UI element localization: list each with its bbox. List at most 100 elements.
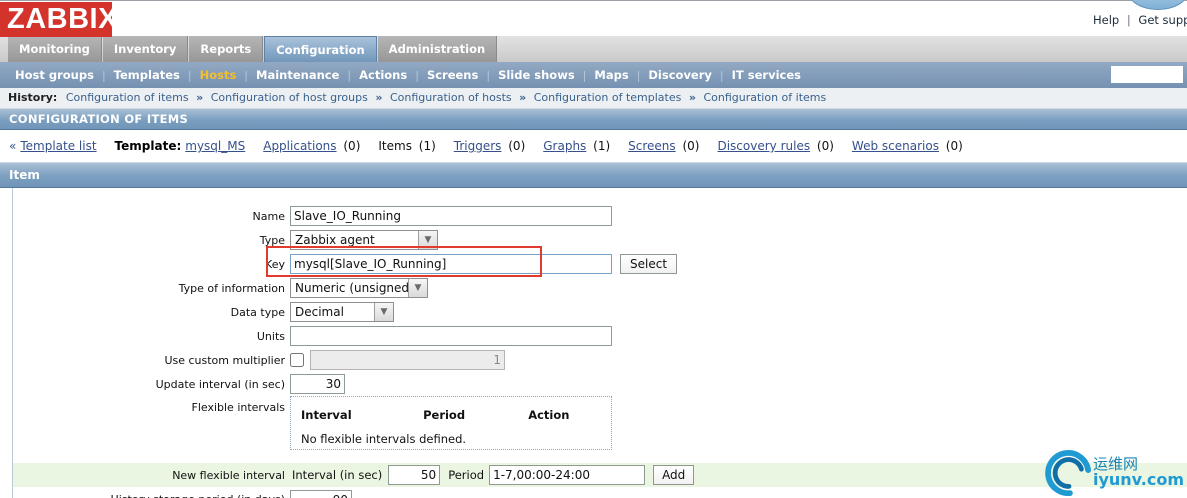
subnav-separator: | [101, 68, 106, 82]
data-type-label: Data type [230, 305, 285, 319]
main-nav: Monitoring Inventory Reports Configurati… [0, 36, 1187, 62]
custom-multiplier-input [310, 350, 505, 370]
use-custom-multiplier-label: Use custom multiplier [164, 353, 285, 367]
key-input[interactable] [290, 254, 612, 274]
new-interval-input[interactable] [388, 465, 441, 485]
breadcrumb-separator: » [519, 91, 527, 104]
subnav-separator: | [244, 68, 249, 82]
column-header-action: Action [528, 408, 570, 422]
add-flexible-interval-button[interactable]: Add [653, 465, 695, 485]
subnav-it-services[interactable]: IT services [732, 68, 801, 82]
history-link[interactable]: Configuration of hosts [390, 91, 512, 104]
units-label: Units [256, 329, 285, 343]
search-input[interactable] [1111, 66, 1183, 83]
page-title: CONFIGURATION OF ITEMS [9, 112, 189, 126]
web-scenarios-link[interactable]: Web scenarios [852, 139, 939, 153]
top-bar: ZABBIX Help | Get support [0, 0, 1187, 37]
iyunv-watermark: 运维网 iyunv.com [1045, 450, 1184, 496]
flexible-intervals-label: Flexible intervals [191, 401, 286, 414]
subnav-separator: | [582, 68, 587, 82]
key-select-button[interactable]: Select [620, 254, 678, 274]
data-type-value: Decimal [295, 305, 344, 319]
history-storage-label: History storage period (in days) [0, 493, 285, 498]
period-label: Period [448, 468, 485, 482]
subnav-host-groups[interactable]: Host groups [15, 68, 94, 82]
type-label: Type [259, 233, 285, 247]
use-custom-multiplier-row: Use custom multiplier [0, 348, 1187, 372]
triggers-link[interactable]: Triggers [454, 139, 502, 153]
breadcrumb-separator: » [196, 91, 204, 104]
subnav-separator: | [415, 68, 419, 82]
iyunv-logo-icon [1045, 450, 1091, 496]
subnav-screens[interactable]: Screens [427, 68, 478, 82]
new-flexible-interval-label: New flexible interval [172, 468, 285, 482]
history-link[interactable]: Configuration of templates [534, 91, 682, 104]
subnav-maps[interactable]: Maps [594, 68, 628, 82]
units-row: Units [0, 324, 1187, 348]
items-count: (1) [418, 139, 436, 153]
history-link[interactable]: Configuration of items [703, 91, 826, 104]
type-select-value: Zabbix agent [295, 233, 375, 247]
history-link[interactable]: Configuration of host groups [211, 91, 368, 104]
history-breadcrumb: History: Configuration of items » Config… [0, 88, 1187, 108]
key-row: Key Select [0, 252, 1187, 276]
subnav-hosts[interactable]: Hosts [200, 68, 237, 82]
zabbix-logo[interactable]: ZABBIX [0, 2, 117, 37]
applications-link[interactable]: Applications [263, 139, 336, 153]
new-period-input[interactable] [489, 465, 646, 485]
web-scenarios-count: (0) [945, 139, 963, 153]
units-input[interactable] [290, 326, 612, 346]
type-of-information-select[interactable]: Numeric (unsigned) ▼ [290, 278, 428, 298]
type-of-information-label: Type of information [178, 281, 285, 295]
name-label: Name [252, 209, 285, 223]
type-of-information-row: Type of information Numeric (unsigned) ▼ [0, 276, 1187, 300]
update-interval-input[interactable] [290, 374, 345, 394]
tab-inventory[interactable]: Inventory [102, 36, 189, 62]
column-header-period: Period [423, 408, 466, 422]
screens-count: (0) [682, 139, 700, 153]
subnav-actions[interactable]: Actions [359, 68, 407, 82]
help-link[interactable]: Help [1093, 13, 1119, 27]
name-row: Name [0, 204, 1187, 228]
chevron-down-icon: ▼ [374, 303, 393, 321]
chevron-down-icon: ▼ [418, 231, 437, 249]
subnav-separator: | [187, 68, 192, 82]
subnav-separator: | [347, 68, 352, 82]
template-name-link[interactable]: mysql_MS [185, 139, 245, 153]
triggers-count: (0) [508, 139, 526, 153]
subnav-templates[interactable]: Templates [114, 68, 180, 82]
sub-nav: Host groups | Templates | Hosts | Mainte… [0, 62, 1187, 88]
tab-monitoring[interactable]: Monitoring [8, 36, 102, 62]
tab-administration[interactable]: Administration [377, 36, 498, 62]
flexible-intervals-row: Flexible intervals Interval Period Actio… [0, 396, 1187, 450]
history-storage-input[interactable] [290, 489, 352, 498]
discovery-rules-link[interactable]: Discovery rules [717, 139, 810, 153]
tab-configuration[interactable]: Configuration [264, 36, 377, 62]
top-right-rounded-button-partial[interactable] [1128, 0, 1187, 10]
template-list-link[interactable]: Template list [20, 139, 96, 153]
get-support-link[interactable]: Get support [1138, 13, 1187, 27]
page-title-bar: CONFIGURATION OF ITEMS [0, 108, 1187, 130]
subnav-separator: | [486, 68, 491, 82]
graphs-link[interactable]: Graphs [543, 139, 586, 153]
item-form: Name Type Zabbix agent ▼ Key Select Type… [0, 188, 1187, 463]
subnav-maintenance[interactable]: Maintenance [256, 68, 339, 82]
back-arrow: « [9, 139, 17, 153]
discovery-rules-count: (0) [816, 139, 834, 153]
top-links: Help | Get support [1093, 13, 1187, 27]
item-section-title: Item [9, 168, 40, 182]
screens-link[interactable]: Screens [628, 139, 676, 153]
data-type-select[interactable]: Decimal ▼ [290, 302, 394, 322]
history-link[interactable]: Configuration of items [66, 91, 189, 104]
type-select[interactable]: Zabbix agent ▼ [290, 230, 438, 250]
applications-count: (0) [343, 139, 361, 153]
use-custom-multiplier-checkbox[interactable] [290, 353, 304, 367]
zabbix-page: ZABBIX Help | Get support Monitoring Inv… [0, 0, 1187, 498]
subnav-slide-shows[interactable]: Slide shows [498, 68, 575, 82]
name-input[interactable] [290, 206, 612, 226]
tab-reports[interactable]: Reports [189, 36, 264, 62]
watermark-domain: iyunv.com [1092, 470, 1184, 490]
graphs-count: (1) [593, 139, 611, 153]
key-label: Key [265, 257, 285, 271]
subnav-discovery[interactable]: Discovery [648, 68, 712, 82]
